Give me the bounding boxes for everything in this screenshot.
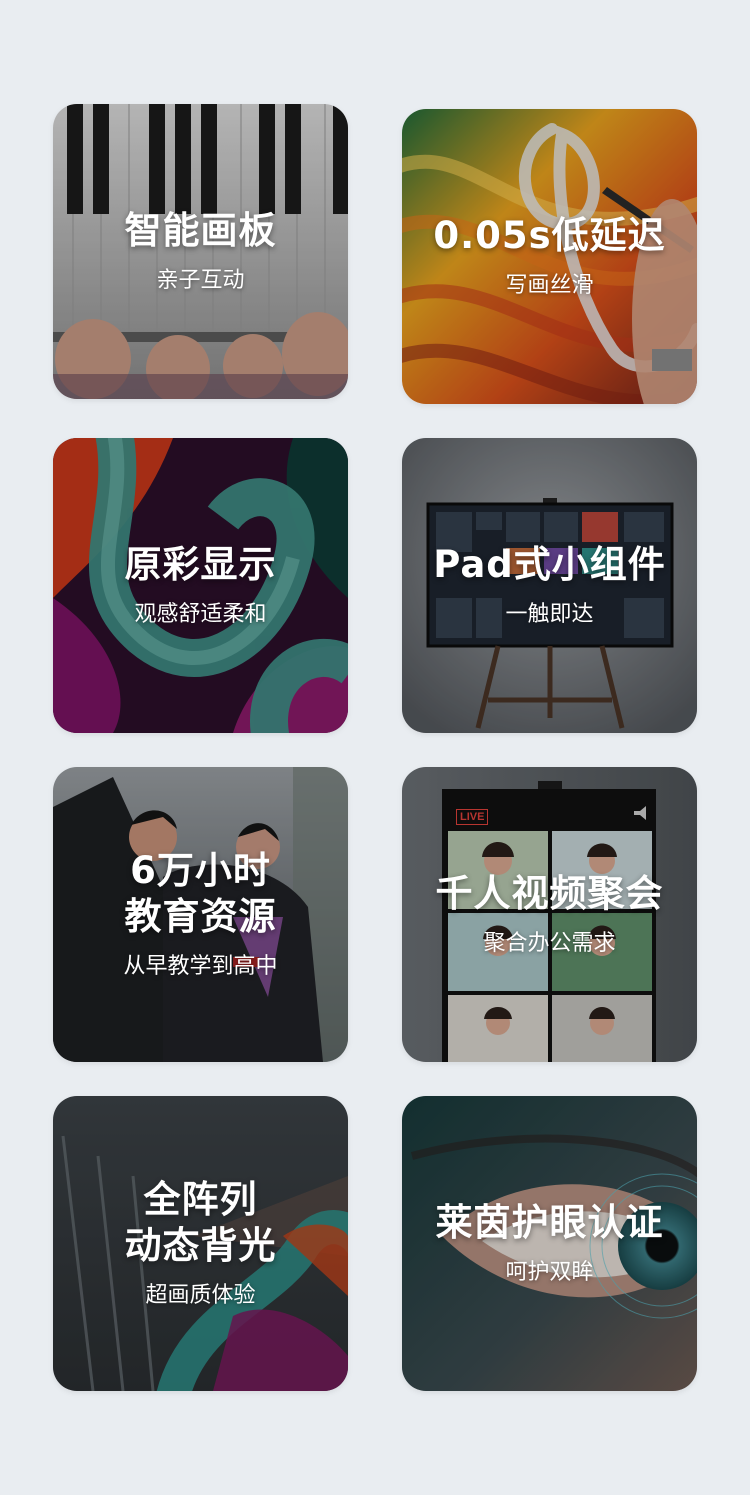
feature-card-pad-widgets: Pad式小组件 一触即达 [402,438,697,733]
card-subtitle: 聚合办公需求 [483,930,616,956]
card-subtitle: 从早教学到高中 [123,953,278,979]
feature-card-video-meeting: LIVE 千人视频聚会 聚合办公需求 [402,767,697,1062]
card-subtitle: 呵护双眸 [505,1259,594,1285]
card-subtitle: 一触即达 [505,601,594,627]
feature-card-original-color: 原彩显示 观感舒适柔和 [53,438,348,733]
card-title: 0.05s低延迟 [433,213,666,257]
feature-card-full-array-backlight: 全阵列 动态背光 超画质体验 [53,1096,348,1391]
card-title: 全阵列 动态背光 [124,1177,277,1267]
feature-card-smart-drawing: 智能画板 亲子互动 [53,104,348,399]
feature-card-eye-protection: 莱茵护眼认证 呵护双眸 [402,1096,697,1391]
card-subtitle: 亲子互动 [156,267,245,293]
card-title: 智能画板 [124,208,277,252]
card-title: 千人视频聚会 [435,871,664,915]
card-subtitle: 写画丝滑 [505,272,594,298]
card-subtitle: 观感舒适柔和 [134,601,267,627]
feature-card-education-resources: 6万小时 教育资源 从早教学到高中 [53,767,348,1062]
card-title: Pad式小组件 [433,542,666,586]
card-title: 原彩显示 [124,542,277,586]
card-subtitle: 超画质体验 [145,1282,256,1308]
card-title: 莱茵护眼认证 [435,1200,664,1244]
feature-card-low-latency: 0.05s低延迟 写画丝滑 [402,109,697,404]
card-title: 6万小时 教育资源 [124,848,277,938]
